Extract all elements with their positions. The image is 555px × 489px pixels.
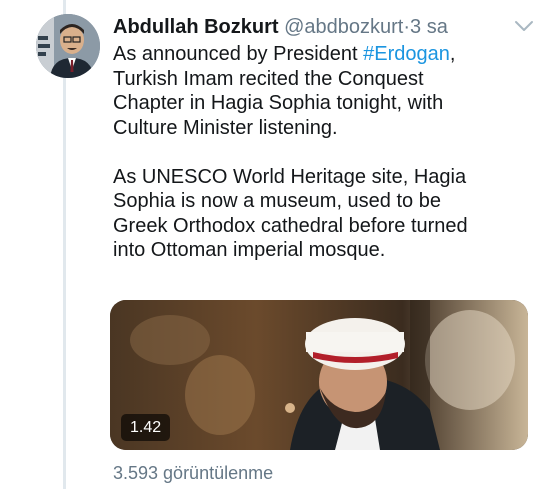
avatar-photo-icon bbox=[36, 14, 100, 78]
hashtag-link[interactable]: #Erdogan bbox=[363, 43, 450, 65]
tweet-header: Abdullah Bozkurt @abdbozkurt·3 sa bbox=[113, 14, 448, 40]
chevron-down-icon bbox=[515, 21, 533, 31]
video-player[interactable] bbox=[110, 300, 528, 450]
author-handle[interactable]: @abdbozkurt bbox=[284, 16, 403, 38]
video-thumbnail bbox=[110, 300, 528, 450]
author-avatar[interactable] bbox=[36, 14, 100, 78]
tweet-text-part: As announced by President bbox=[113, 43, 364, 65]
tweet-menu-button[interactable] bbox=[513, 18, 535, 34]
view-count: 3.593 görüntülenme bbox=[113, 463, 274, 483]
tweet-timestamp[interactable]: 3 sa bbox=[410, 16, 448, 38]
tweet-paragraph-1: As announced by President #Erdogan, Turk… bbox=[113, 42, 543, 140]
tweet-text: As announced by President #Erdogan, Turk… bbox=[113, 42, 543, 263]
tweet-paragraph-2: As UNESCO World Heritage site, Hagia Sop… bbox=[113, 165, 468, 262]
video-duration-badge: 1.42 bbox=[121, 414, 171, 441]
author-display-name[interactable]: Abdullah Bozkurt bbox=[113, 16, 279, 38]
